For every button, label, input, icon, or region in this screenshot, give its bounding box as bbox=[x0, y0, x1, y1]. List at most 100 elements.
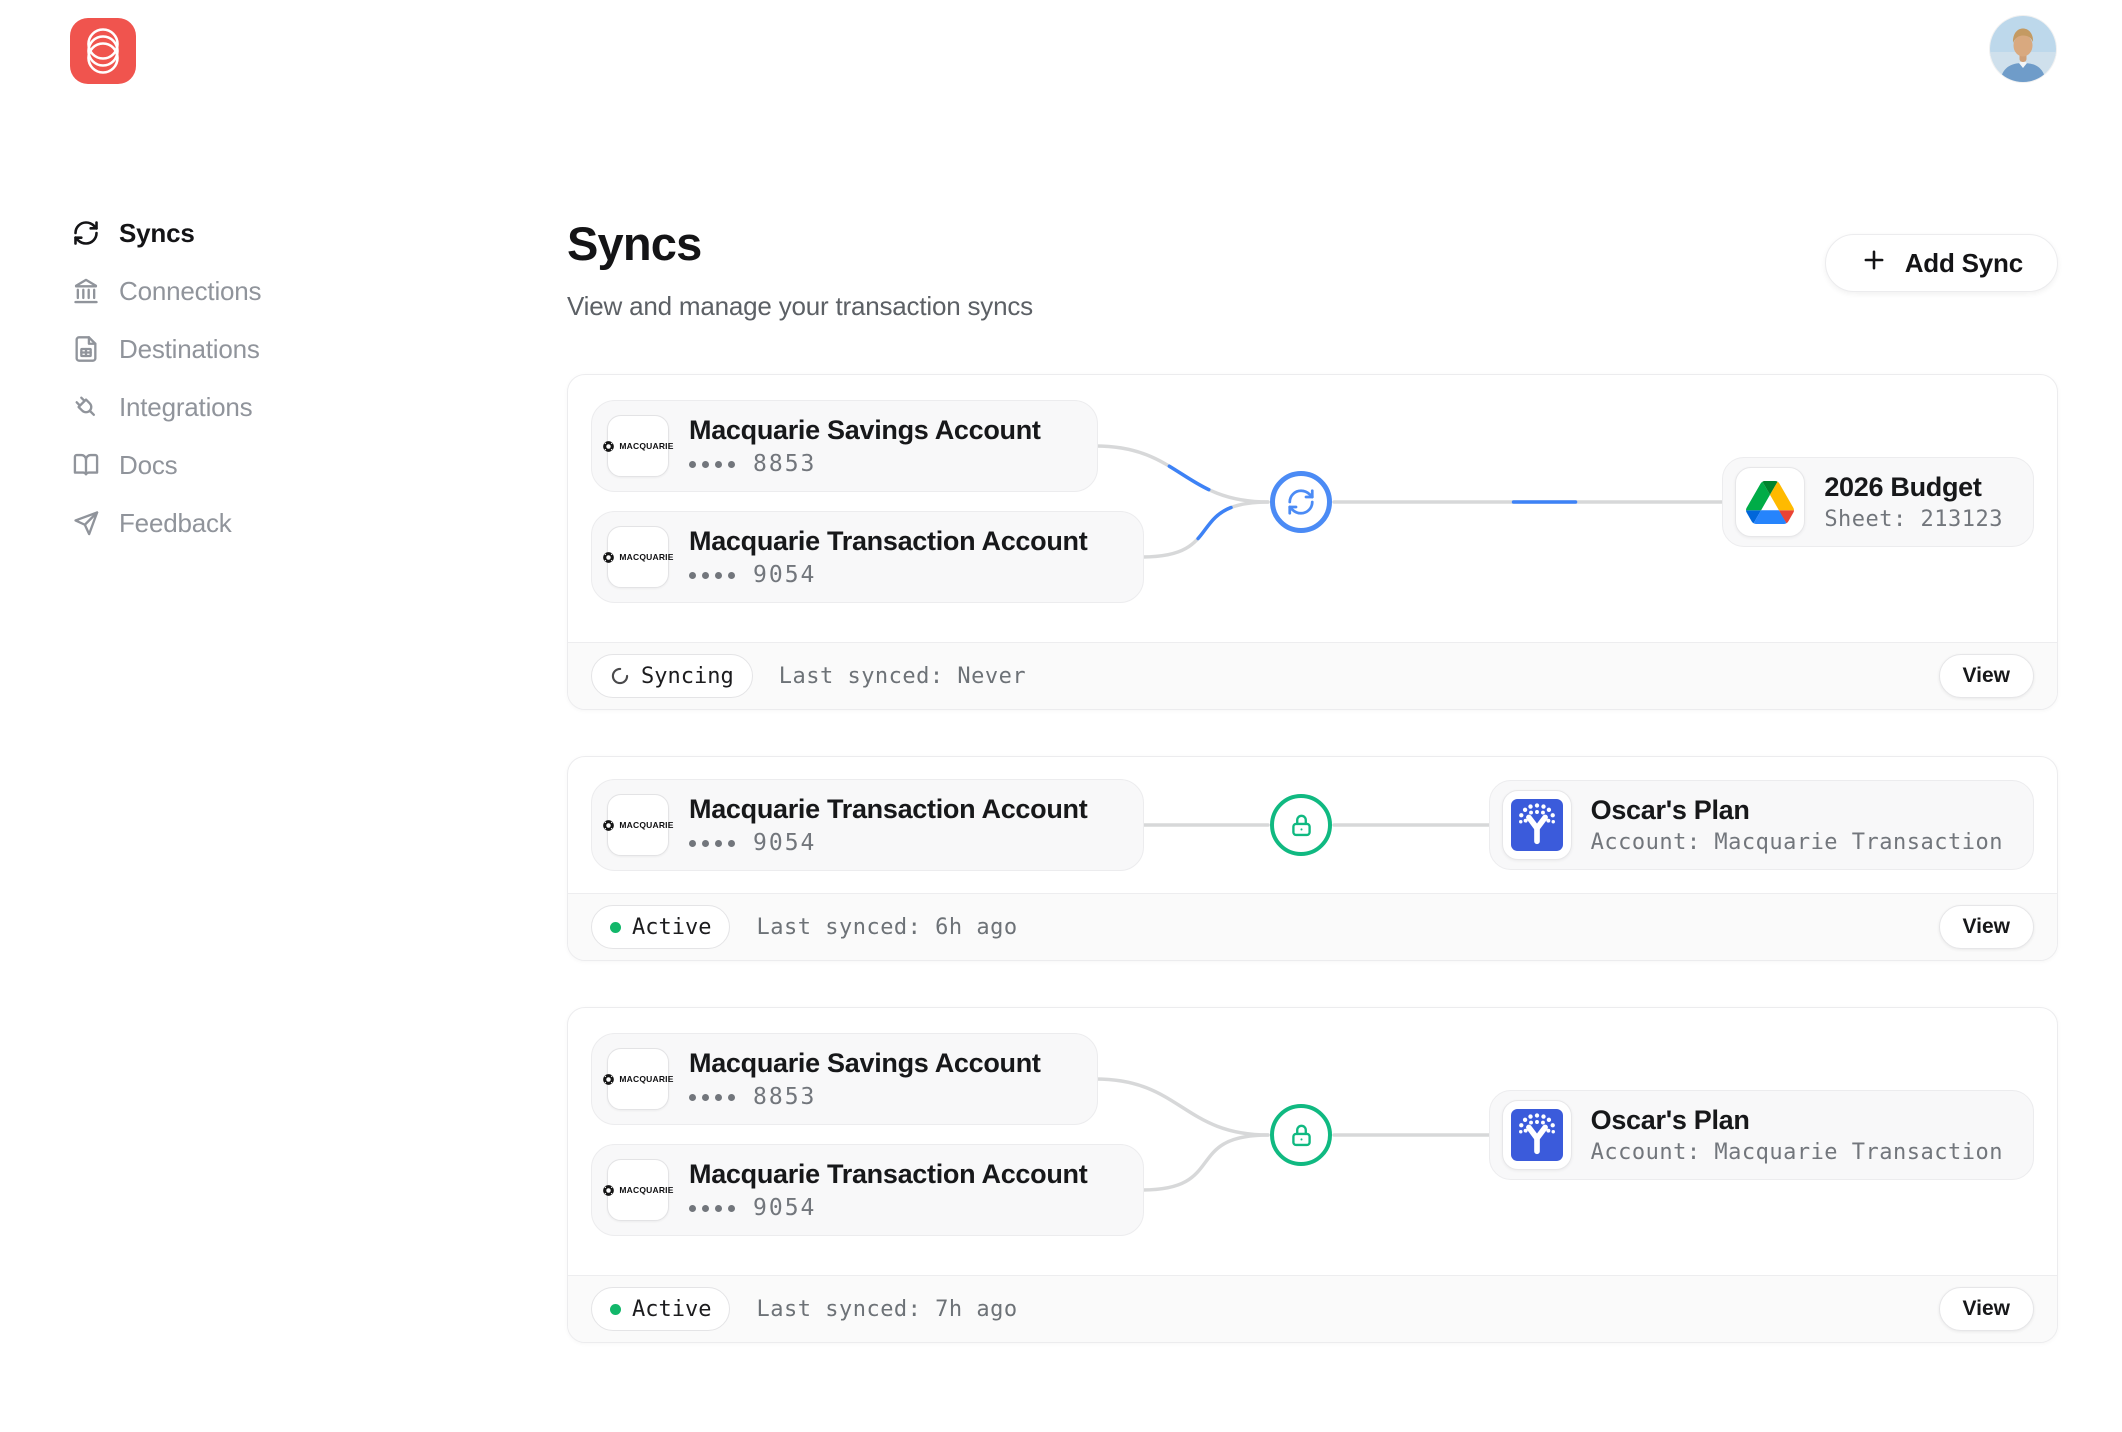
mask-dot bbox=[715, 1094, 722, 1101]
active-dot-icon bbox=[610, 922, 621, 933]
sync-card-footer: Syncing Last synced: Never View bbox=[568, 642, 2057, 709]
sidebar-item-label: Docs bbox=[119, 450, 177, 481]
sync-card-footer: Active Last synced: 6h ago View bbox=[568, 893, 2057, 960]
mask-dot bbox=[702, 1094, 709, 1101]
mask-dot bbox=[715, 461, 722, 468]
active-dot-icon bbox=[610, 1304, 621, 1315]
user-avatar[interactable] bbox=[1990, 16, 2056, 82]
account-last-digits: 8853 bbox=[753, 453, 816, 476]
mask-dot bbox=[728, 840, 735, 847]
provider-name: MACQUARIE bbox=[619, 1074, 673, 1084]
source-account-name: Macquarie Savings Account bbox=[689, 416, 1041, 446]
provider-name: MACQUARIE bbox=[619, 552, 673, 562]
bank-icon bbox=[72, 277, 100, 305]
ynab-icon bbox=[1502, 1100, 1572, 1170]
source-account-info: Macquarie Transaction Account 9054 bbox=[689, 1160, 1087, 1221]
bank-provider-tile: MACQUARIE bbox=[607, 415, 669, 477]
source-account-info: Macquarie Savings Account 8853 bbox=[689, 416, 1041, 477]
sync-card: MACQUARIE Macquarie Transaction Account … bbox=[567, 756, 2058, 961]
sync-connector-icon bbox=[1270, 471, 1332, 533]
provider-name: MACQUARIE bbox=[619, 441, 673, 451]
source-account-name: Macquarie Transaction Account bbox=[689, 795, 1087, 825]
account-last-digits: 9054 bbox=[753, 1197, 816, 1220]
add-sync-label: Add Sync bbox=[1905, 248, 2023, 279]
mask-dot bbox=[728, 1094, 735, 1101]
bank-provider-tile: MACQUARIE bbox=[607, 1159, 669, 1221]
page-title: Syncs bbox=[567, 220, 1033, 267]
book-icon bbox=[72, 451, 100, 479]
macquarie-logo-icon bbox=[602, 551, 615, 564]
sidebar-item-connections[interactable]: Connections bbox=[72, 270, 261, 312]
destination-info: Oscar's Plan Account: Macquarie Transact… bbox=[1591, 796, 2003, 855]
mask-dot bbox=[715, 840, 722, 847]
mask-dot bbox=[715, 1205, 722, 1212]
status-badge: Active bbox=[591, 905, 730, 949]
account-last-digits: 9054 bbox=[753, 564, 816, 587]
mask-dot bbox=[702, 461, 709, 468]
view-button[interactable]: View bbox=[1939, 1287, 2034, 1331]
masked-account-number: 8853 bbox=[689, 453, 1041, 476]
source-list: MACQUARIE Macquarie Savings Account 8853… bbox=[591, 1033, 1144, 1236]
lock-connector-icon bbox=[1270, 1104, 1332, 1166]
mask-dot bbox=[702, 840, 709, 847]
bank-provider-tile: MACQUARIE bbox=[607, 1048, 669, 1110]
destination-detail: Account: Macquarie Transaction bbox=[1591, 832, 2003, 854]
sidebar-item-syncs[interactable]: Syncs bbox=[72, 212, 261, 254]
mask-dot bbox=[715, 572, 722, 579]
sidebar-item-label: Feedback bbox=[119, 508, 232, 539]
sync-card-list: MACQUARIE Macquarie Savings Account 8853… bbox=[567, 374, 2058, 1343]
source-account-box: MACQUARIE Macquarie Savings Account 8853 bbox=[591, 1033, 1098, 1125]
app-logo-icon[interactable] bbox=[70, 18, 136, 84]
plus-icon bbox=[1860, 246, 1888, 281]
sidebar-item-feedback[interactable]: Feedback bbox=[72, 502, 261, 544]
view-button[interactable]: View bbox=[1939, 905, 2034, 949]
add-sync-button[interactable]: Add Sync bbox=[1825, 234, 2058, 292]
sidebar-item-docs[interactable]: Docs bbox=[72, 444, 261, 486]
macquarie-logo-icon bbox=[602, 819, 615, 832]
main-content: Syncs View and manage your transaction s… bbox=[567, 220, 2058, 1343]
mask-dot bbox=[689, 840, 696, 847]
source-account-box: MACQUARIE Macquarie Transaction Account … bbox=[591, 1144, 1144, 1236]
mask-dot bbox=[689, 1205, 696, 1212]
last-synced-text: Last synced: 6h ago bbox=[756, 915, 1017, 940]
destination-info: 2026 Budget Sheet: 213123 bbox=[1824, 473, 2003, 532]
last-synced-text: Last synced: Never bbox=[779, 664, 1026, 689]
macquarie-logo-icon bbox=[602, 440, 615, 453]
destination-name: 2026 Budget bbox=[1824, 473, 2003, 503]
mask-dot bbox=[702, 1205, 709, 1212]
page-title-block: Syncs View and manage your transaction s… bbox=[567, 220, 1033, 322]
status-label: Active bbox=[632, 1297, 711, 1322]
source-list: MACQUARIE Macquarie Transaction Account … bbox=[591, 779, 1144, 871]
provider-name: MACQUARIE bbox=[619, 820, 673, 830]
sidebar-item-integrations[interactable]: Integrations bbox=[72, 386, 261, 428]
source-account-name: Macquarie Transaction Account bbox=[689, 527, 1087, 557]
sidebar-item-destinations[interactable]: Destinations bbox=[72, 328, 261, 370]
destination-detail: Account: Macquarie Transaction bbox=[1591, 1142, 2003, 1164]
spreadsheet-icon bbox=[72, 335, 100, 363]
source-account-box: MACQUARIE Macquarie Transaction Account … bbox=[591, 779, 1144, 871]
plug-icon bbox=[72, 393, 100, 421]
mask-dot bbox=[689, 1094, 696, 1101]
mask-dot bbox=[728, 572, 735, 579]
sync-diagram: MACQUARIE Macquarie Savings Account 8853… bbox=[568, 1008, 2057, 1275]
status-badge: Active bbox=[591, 1287, 730, 1331]
destination-name: Oscar's Plan bbox=[1591, 796, 2003, 826]
macquarie-logo-icon bbox=[602, 1073, 615, 1086]
send-icon bbox=[72, 509, 100, 537]
sync-diagram: MACQUARIE Macquarie Transaction Account … bbox=[568, 757, 2057, 893]
lock-connector-icon bbox=[1270, 794, 1332, 856]
sync-diagram: MACQUARIE Macquarie Savings Account 8853… bbox=[568, 375, 2057, 642]
masked-account-number: 9054 bbox=[689, 1197, 1087, 1220]
page-subtitle: View and manage your transaction syncs bbox=[567, 291, 1033, 322]
masked-account-number: 9054 bbox=[689, 564, 1087, 587]
google-drive-icon bbox=[1735, 467, 1805, 537]
source-account-info: Macquarie Savings Account 8853 bbox=[689, 1049, 1041, 1110]
ynab-icon bbox=[1502, 790, 1572, 860]
sidebar-item-label: Connections bbox=[119, 276, 261, 307]
account-last-digits: 9054 bbox=[753, 832, 816, 855]
sidebar-item-label: Integrations bbox=[119, 392, 252, 423]
destination-detail: Sheet: 213123 bbox=[1824, 509, 2003, 531]
status-label: Active bbox=[632, 915, 711, 940]
destination-info: Oscar's Plan Account: Macquarie Transact… bbox=[1591, 1106, 2003, 1165]
view-button[interactable]: View bbox=[1939, 654, 2034, 698]
